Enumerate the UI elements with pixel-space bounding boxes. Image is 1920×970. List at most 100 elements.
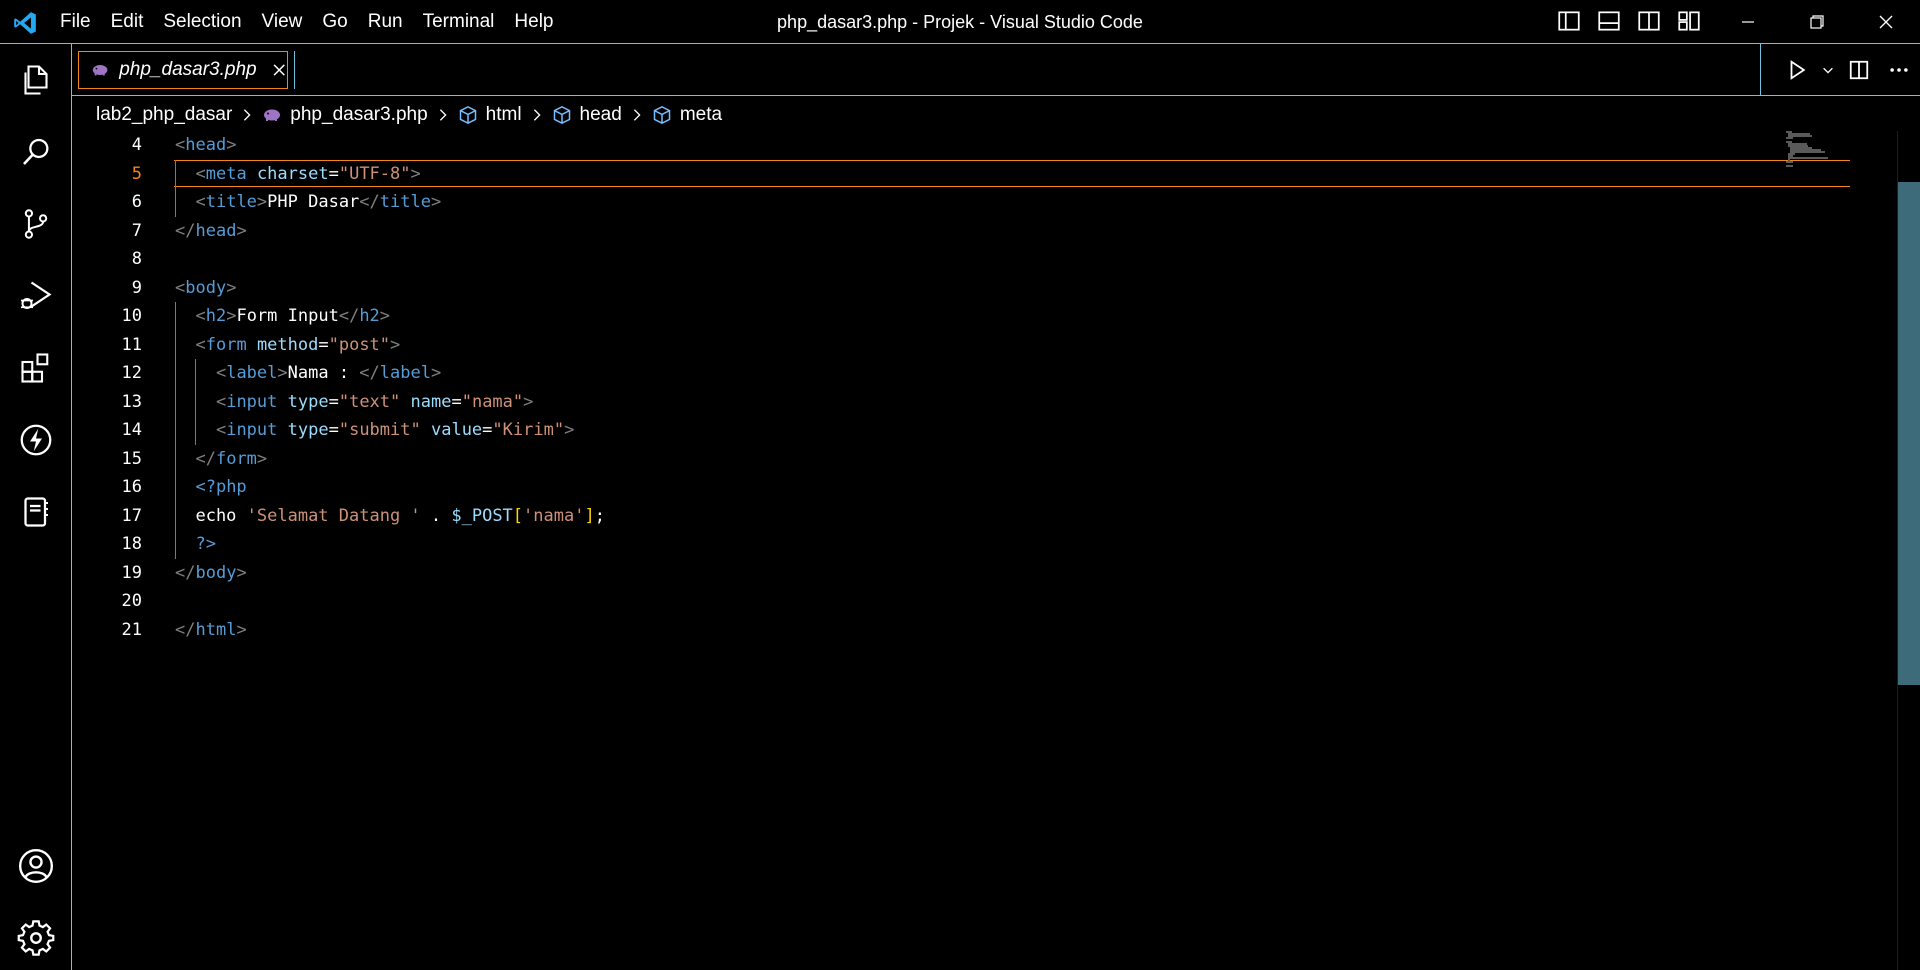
vscode-window: File Edit Selection View Go Run Terminal… (0, 0, 1920, 970)
code-line[interactable]: ?> (175, 530, 215, 559)
menu-go[interactable]: Go (312, 6, 357, 38)
split-editor-button[interactable] (1840, 51, 1878, 89)
chevron-right-icon (533, 109, 541, 121)
menu-view[interactable]: View (252, 6, 313, 38)
code-line[interactable]: <title>PHP Dasar</title> (175, 188, 441, 217)
activity-bar (0, 44, 72, 970)
explorer-icon (24, 65, 48, 95)
code-line[interactable]: <?php (175, 473, 246, 502)
breadcrumb-symbol-head[interactable]: head (552, 104, 622, 126)
menu-help[interactable]: Help (504, 6, 563, 38)
code-line[interactable]: echo 'Selamat Datang ' . $_POST['nama']; (175, 502, 605, 531)
menu-file[interactable]: File (50, 6, 101, 38)
restore-button[interactable] (1782, 0, 1851, 44)
toggle-secondary-sidebar-icon[interactable] (1636, 8, 1662, 34)
breadcrumb: lab2_php_dasar php_dasar3.php html head … (96, 100, 722, 130)
run-file-button[interactable] (1778, 51, 1816, 89)
window-controls (1713, 0, 1920, 44)
line-number: 8 (131, 249, 142, 269)
code-line[interactable]: </html> (175, 616, 247, 645)
php-elephant-icon (264, 109, 281, 121)
menu-selection[interactable]: Selection (153, 6, 251, 38)
symbol-field-icon (459, 106, 476, 124)
code-line[interactable]: </body> (175, 559, 247, 588)
current-line-highlight (174, 159, 1850, 187)
code-line[interactable]: <label>Nama : </label> (175, 359, 441, 388)
code-editor[interactable]: 4 5 6 7 8 9 10 11 12 13 14 15 16 17 18 19 20 21 <head> <m… (72, 131, 1920, 970)
breadcrumb-symbol-html[interactable]: html (458, 104, 522, 126)
line-number: 21 (121, 619, 142, 640)
breadcrumb-file-label: php_dasar3.php (290, 104, 428, 125)
settings-gear-icon (17, 920, 55, 956)
code-line[interactable]: <meta charset="UTF-8"> (175, 160, 420, 189)
line-number: 17 (121, 505, 142, 526)
code-line[interactable]: <head> (175, 131, 236, 160)
line-number: 15 (121, 448, 142, 469)
vscode-logo-icon (14, 12, 36, 34)
code-line[interactable]: <form method="post"> (175, 331, 400, 360)
vertical-scrollbar-thumb[interactable] (1898, 182, 1920, 685)
breadcrumb-folder[interactable]: lab2_php_dasar (96, 104, 232, 126)
customize-layout-icon[interactable] (1676, 8, 1702, 34)
activity-notebook[interactable] (0, 476, 72, 548)
code-line[interactable]: <body> (175, 274, 236, 303)
editor-actions (1778, 44, 1920, 96)
source-control-icon (24, 209, 48, 239)
run-debug-icon (21, 281, 52, 309)
code-line[interactable]: <input type="text" name="nama"> (175, 388, 533, 417)
close-icon (1879, 15, 1892, 29)
more-icon (1890, 68, 1908, 72)
line-number: 9 (131, 277, 142, 298)
activity-accounts[interactable] (0, 830, 72, 902)
line-number: 20 (121, 591, 142, 611)
restore-icon (1809, 15, 1824, 29)
search-icon (23, 138, 49, 165)
run-options-button[interactable] (1818, 51, 1838, 89)
tab-php-dasar3[interactable]: php_dasar3.php (78, 51, 288, 89)
line-number: 12 (121, 363, 142, 383)
symbol-field-icon (553, 106, 570, 124)
activity-source-control[interactable] (0, 188, 72, 260)
code-line[interactable]: <input type="submit" value="Kirim"> (175, 416, 574, 445)
activity-run-debug[interactable] (0, 260, 72, 332)
toggle-panel-icon[interactable] (1596, 8, 1622, 34)
line-number: 10 (121, 306, 142, 326)
menu-edit[interactable]: Edit (101, 6, 154, 38)
activity-manage[interactable] (0, 902, 72, 970)
menu-terminal[interactable]: Terminal (413, 6, 505, 38)
toggle-primary-sidebar-icon[interactable] (1556, 8, 1582, 34)
indent-guide (195, 359, 197, 445)
breadcrumb-symbol-label: html (485, 104, 522, 125)
breadcrumb-symbol-label: head (579, 104, 622, 125)
minimap-line (1788, 157, 1828, 159)
minimap[interactable] (1786, 131, 1836, 171)
menu-bar: File Edit Selection View Go Run Terminal… (50, 0, 564, 44)
symbol-field-icon (653, 106, 671, 124)
play-icon (1790, 60, 1806, 80)
extensions-icon (21, 353, 49, 383)
editor-tabs: php_dasar3.php (72, 44, 1920, 96)
activity-extensions[interactable] (0, 332, 72, 404)
chevron-right-icon (633, 109, 641, 121)
breadcrumb-file[interactable]: php_dasar3.php (262, 104, 428, 126)
minimap-line (1786, 165, 1793, 167)
minimize-button[interactable] (1713, 0, 1782, 44)
code-line[interactable]: <h2>Form Input</h2> (175, 302, 390, 331)
activity-search[interactable] (0, 116, 72, 188)
close-tab-icon[interactable] (271, 61, 287, 79)
activity-thunder-client[interactable] (0, 404, 72, 476)
editor-actions-separator (1760, 44, 1761, 96)
indent-guide (175, 159, 176, 217)
line-number: 13 (121, 391, 142, 412)
chevron-down-icon (1823, 67, 1833, 74)
line-number: 4 (131, 135, 142, 155)
line-number: 5 (131, 163, 142, 184)
code-line[interactable]: </head> (175, 217, 247, 246)
close-window-button[interactable] (1851, 0, 1920, 44)
more-actions-button[interactable] (1880, 51, 1918, 89)
menu-run[interactable]: Run (358, 6, 413, 38)
code-line[interactable]: </form> (175, 445, 267, 474)
chevron-right-icon (244, 109, 251, 121)
activity-explorer[interactable] (0, 44, 72, 116)
breadcrumb-symbol-meta[interactable]: meta (652, 104, 722, 126)
